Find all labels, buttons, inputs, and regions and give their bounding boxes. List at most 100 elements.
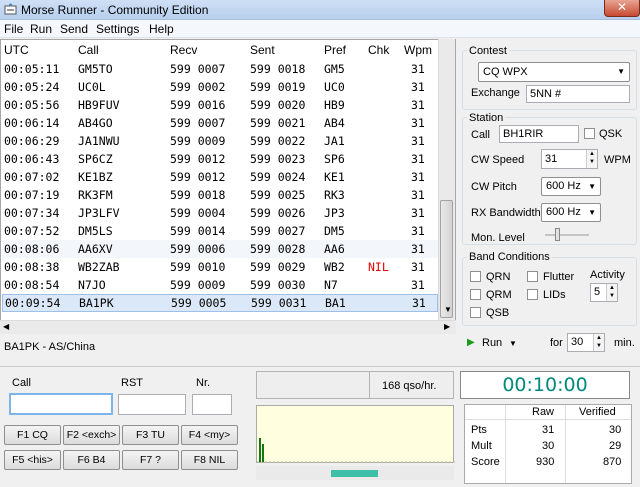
cw-pitch-label: CW Pitch: [471, 181, 517, 193]
log-row[interactable]: 00:07:19 RK3FM 599 0018 599 0025 RK3 31: [2, 186, 438, 204]
col-header-sent[interactable]: Sent: [250, 43, 275, 57]
cw-pitch-select[interactable]: 600 Hz ▼: [541, 177, 601, 196]
log-cell-wpm: 31: [411, 170, 425, 184]
log-row[interactable]: 00:07:02 KE1BZ 599 0012 599 0024 KE1 31: [2, 168, 438, 186]
menu-file[interactable]: File: [4, 22, 23, 36]
nr-input[interactable]: [192, 394, 232, 415]
log-cell-utc: 00:07:52: [4, 224, 60, 238]
f5-his-button[interactable]: F5 <his>: [4, 450, 61, 470]
col-header-wpm[interactable]: Wpm: [404, 43, 432, 57]
spin-arrows-icon[interactable]: ▲ ▼: [606, 284, 617, 301]
play-icon: ▶: [467, 337, 475, 348]
flutter-checkbox[interactable]: [527, 271, 538, 282]
score-label-mult: Mult: [471, 440, 492, 452]
lids-checkbox[interactable]: [527, 289, 538, 300]
scroll-right-icon[interactable]: ▶: [444, 322, 450, 331]
chevron-down-icon: ▼: [588, 208, 596, 217]
log-row[interactable]: 00:06:43 SP6CZ 599 0012 599 0023 SP6 31: [2, 150, 438, 168]
log-row[interactable]: 00:05:11 GM5TO 599 0007 599 0018 GM5 31: [2, 60, 438, 78]
cw-speed-stepper[interactable]: 31 ▲ ▼: [541, 149, 598, 169]
log-cell-pref: UC0: [324, 80, 345, 94]
log-row[interactable]: 00:06:29 JA1NWU 599 0009 599 0022 JA1 31: [2, 132, 438, 150]
close-button[interactable]: ✕: [604, 0, 640, 17]
score-header-verified: Verified: [579, 406, 616, 418]
log-row[interactable]: 00:07:52 DM5LS 599 0014 599 0027 DM5 31: [2, 222, 438, 240]
cw-pitch-value: 600 Hz: [546, 180, 581, 192]
log-row[interactable]: 00:07:34 JP3LFV 599 0004 599 0026 JP3 31: [2, 204, 438, 222]
log-cell-pref: KE1: [324, 170, 345, 184]
score-label-score: Score: [471, 456, 500, 468]
spin-arrows-icon[interactable]: ▲ ▼: [586, 150, 597, 168]
score-header-raw: Raw: [532, 406, 555, 418]
menu-help[interactable]: Help: [149, 22, 174, 36]
log-row[interactable]: 00:06:14 AB4GO 599 0007 599 0021 AB4 31: [2, 114, 438, 132]
rate-separator: [369, 371, 370, 399]
score-verified-score: 870: [603, 456, 622, 468]
contest-group-title: Contest: [467, 45, 509, 57]
log-row[interactable]: 00:08:38 WB2ZAB 599 0010 599 0029 WB2 NIL 31: [2, 258, 438, 276]
signal-scope: [256, 405, 455, 463]
log-cell-utc: 00:05:11: [4, 62, 60, 76]
spin-arrows-icon[interactable]: ▲ ▼: [593, 334, 604, 351]
menu-settings[interactable]: Settings: [96, 22, 139, 36]
qsk-checkbox[interactable]: [584, 128, 595, 139]
scroll-left-icon[interactable]: ◀: [3, 322, 9, 331]
f7-query-button[interactable]: F7 ?: [122, 450, 179, 470]
log-row[interactable]: 00:08:06 AA6XV 599 0006 599 0028 AA6 31: [2, 240, 438, 258]
log-cell-sent: 599 0019: [250, 80, 306, 94]
rx-bandwidth-select[interactable]: 600 Hz ▼: [541, 203, 601, 222]
mon-level-slider[interactable]: [545, 234, 589, 236]
rst-label: RST: [121, 377, 143, 389]
log-row[interactable]: 00:05:24 UC0L 599 0002 599 0019 UC0 31: [2, 78, 438, 96]
log-scroll-thumb[interactable]: [440, 200, 453, 318]
f3-tu-button[interactable]: F3 TU: [122, 425, 179, 445]
mon-level-thumb[interactable]: [555, 228, 561, 241]
band-group-title: Band Conditions: [467, 251, 552, 263]
score-verified-mult: 29: [609, 440, 622, 452]
contest-select[interactable]: CQ WPX ▼: [478, 62, 630, 82]
log-cell-recv: 599 0006: [170, 242, 226, 256]
log-cell-recv: 599 0005: [171, 296, 227, 310]
log-cell-call: AA6XV: [78, 242, 113, 256]
score-table: Raw Verified Pts 31 30 Mult 30 29 Score …: [464, 404, 632, 484]
rst-input[interactable]: [118, 394, 186, 415]
qsb-checkbox[interactable]: [470, 307, 481, 318]
log-cell-call: JP3LFV: [78, 206, 120, 220]
qso-log[interactable]: UTC Call Recv Sent Pref Chk Wpm 00:05:11…: [0, 39, 456, 334]
log-cell-recv: 599 0016: [170, 98, 226, 112]
station-call-input[interactable]: BH1RIR: [499, 125, 579, 143]
col-header-pref[interactable]: Pref: [324, 43, 346, 57]
call-input[interactable]: [9, 393, 113, 415]
col-header-utc[interactable]: UTC: [4, 43, 29, 57]
f4-my-button[interactable]: F4 <my>: [181, 425, 238, 445]
scroll-up-icon[interactable]: ▼: [444, 305, 452, 314]
col-header-chk[interactable]: Chk: [368, 43, 389, 57]
col-header-recv[interactable]: Recv: [170, 43, 197, 57]
log-cell-recv: 599 0009: [170, 134, 226, 148]
activity-stepper[interactable]: 5 ▲ ▼: [590, 283, 618, 302]
qrm-label: QRM: [486, 289, 512, 301]
run-minutes-stepper[interactable]: 30 ▲ ▼: [567, 333, 605, 352]
f2-exch-button[interactable]: F2 <exch>: [63, 425, 120, 445]
scope-scroll-thumb[interactable]: [331, 470, 378, 477]
f8-nil-button[interactable]: F8 NIL: [181, 450, 238, 470]
log-cell-call: JA1NWU: [78, 134, 120, 148]
exchange-input[interactable]: 5NN #: [526, 85, 630, 103]
log-cell-utc: 00:08:54: [4, 278, 60, 292]
run-label: Run: [482, 337, 503, 349]
qrm-checkbox[interactable]: [470, 289, 481, 300]
log-row[interactable]: 00:08:54 N7JO 599 0009 599 0030 N7 31: [2, 276, 438, 294]
run-button[interactable]: ▶ Run ▼: [467, 335, 529, 355]
f1-cq-button[interactable]: F1 CQ: [4, 425, 61, 445]
log-cell-wpm: 31: [411, 80, 425, 94]
f6-b4-button[interactable]: F6 B4: [63, 450, 120, 470]
log-cell-sent: 599 0031: [251, 296, 307, 310]
menu-send[interactable]: Send: [60, 22, 88, 36]
log-row[interactable]: 00:05:56 HB9FUV 599 0016 599 0020 HB9 31: [2, 96, 438, 114]
qrn-checkbox[interactable]: [470, 271, 481, 282]
score-raw-pts: 31: [542, 424, 555, 436]
menu-run[interactable]: Run: [30, 22, 52, 36]
col-header-call[interactable]: Call: [78, 43, 99, 57]
log-row[interactable]: 00:09:54 BA1PK 599 0005 599 0031 BA1 31: [2, 294, 438, 312]
log-horizontal-scrollbar[interactable]: ◀ ▼ ▶: [0, 305, 456, 334]
